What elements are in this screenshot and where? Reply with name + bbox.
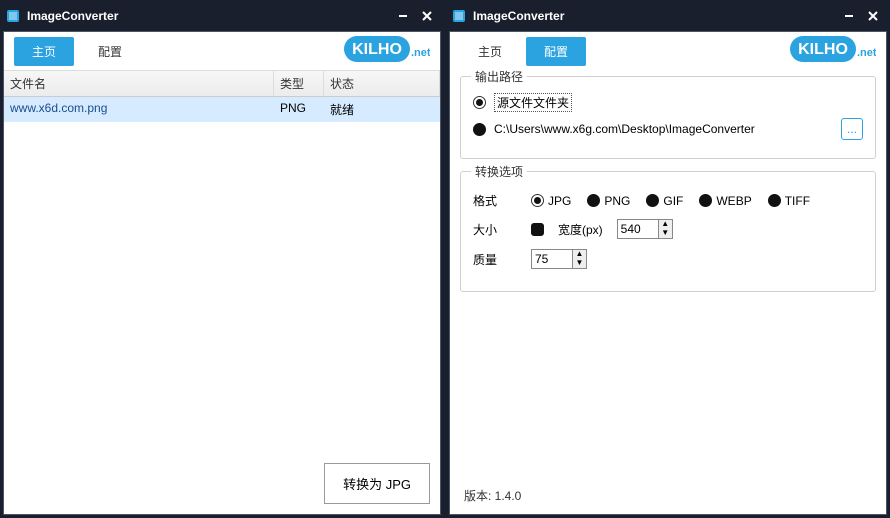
format-option-png[interactable]: PNG <box>587 194 630 208</box>
cell-filename: www.x6d.com.png <box>4 100 274 119</box>
radio-source-folder[interactable] <box>473 96 486 109</box>
app-icon <box>451 8 467 24</box>
radio-source-folder-label[interactable]: 源文件文件夹 <box>494 93 572 112</box>
table-row[interactable]: www.x6d.com.png PNG 就绪 <box>4 97 440 122</box>
close-button[interactable] <box>415 6 439 26</box>
column-header-type[interactable]: 类型 <box>274 71 324 96</box>
format-option-jpg[interactable]: JPG <box>531 194 571 208</box>
custom-path-text: C:\Users\www.x6g.com\Desktop\ImageConver… <box>494 122 833 136</box>
svg-text:.net: .net <box>857 47 876 59</box>
app-icon <box>5 8 21 24</box>
quality-spinner[interactable]: ▲▼ <box>572 250 586 268</box>
window-title: ImageConverter <box>473 9 564 23</box>
convert-button[interactable]: 转换为 JPG <box>324 463 430 504</box>
radio-custom-path[interactable] <box>473 123 486 136</box>
column-header-status[interactable]: 状态 <box>324 71 440 96</box>
cell-status: 就绪 <box>324 100 440 119</box>
tab-config[interactable]: 配置 <box>80 37 140 66</box>
minimize-button[interactable] <box>391 6 415 26</box>
width-label: 宽度(px) <box>558 221 603 238</box>
format-option-webp[interactable]: WEBP <box>699 194 751 208</box>
tab-config[interactable]: 配置 <box>526 37 586 66</box>
brand-logo: KILHO .net <box>344 36 430 67</box>
format-option-gif[interactable]: GIF <box>646 194 683 208</box>
svg-text:.net: .net <box>411 47 430 59</box>
width-checkbox[interactable] <box>531 223 544 236</box>
minimize-button[interactable] <box>837 6 861 26</box>
convert-options-group-title: 转换选项 <box>471 163 527 180</box>
width-spinner[interactable]: ▲▼ <box>658 220 672 238</box>
browse-button[interactable]: ... <box>841 118 863 140</box>
svg-text:KILHO: KILHO <box>352 41 402 58</box>
tab-main[interactable]: 主页 <box>460 37 520 66</box>
brand-logo: KILHO .net <box>790 36 876 67</box>
column-header-name[interactable]: 文件名 <box>4 71 274 96</box>
output-path-group-title: 输出路径 <box>471 68 527 85</box>
close-button[interactable] <box>861 6 885 26</box>
width-input[interactable] <box>618 220 658 238</box>
size-label: 大小 <box>473 221 517 238</box>
window-title: ImageConverter <box>27 9 118 23</box>
format-option-tiff[interactable]: TIFF <box>768 194 810 208</box>
quality-label: 质量 <box>473 251 517 268</box>
version-label: 版本: 1.4.0 <box>450 477 886 514</box>
tab-main[interactable]: 主页 <box>14 37 74 66</box>
cell-type: PNG <box>274 100 324 119</box>
svg-text:KILHO: KILHO <box>798 41 848 58</box>
format-label: 格式 <box>473 192 517 209</box>
quality-input[interactable] <box>532 250 572 268</box>
